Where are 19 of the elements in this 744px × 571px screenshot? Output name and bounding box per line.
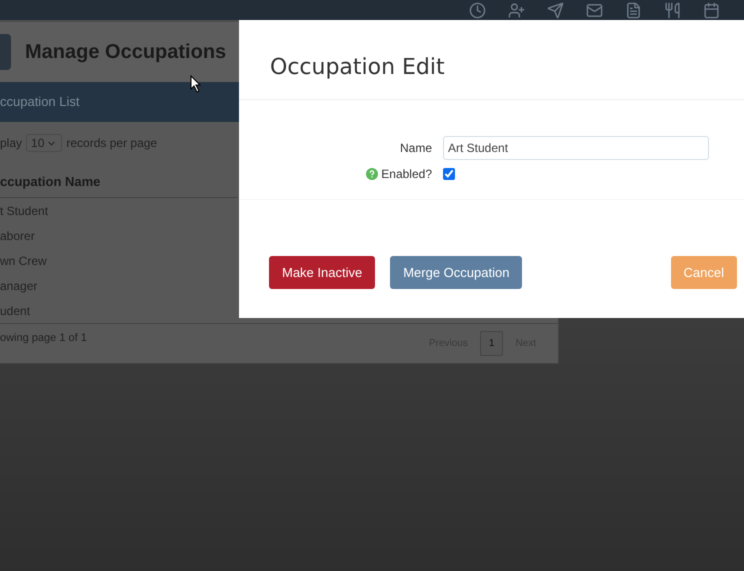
help-icon[interactable] — [366, 168, 378, 180]
enabled-checkbox[interactable] — [443, 168, 455, 180]
utensils-icon[interactable] — [664, 2, 681, 18]
mouse-pointer-icon — [190, 75, 202, 93]
modal-title: Occupation Edit — [270, 54, 445, 82]
envelope-icon[interactable] — [586, 2, 603, 18]
name-input[interactable]: Art Student — [443, 136, 709, 160]
pagination-button[interactable]: 1 — [480, 331, 504, 356]
cancel-button[interactable]: Cancel — [670, 256, 737, 289]
merge-button[interactable]: Merge Occupation — [390, 256, 522, 289]
clock-icon[interactable] — [469, 2, 486, 18]
column-header[interactable]: ccupation Name — [0, 172, 238, 198]
add-user-icon[interactable] — [508, 2, 525, 18]
document-icon[interactable] — [625, 2, 642, 18]
name-label: Name — [398, 140, 433, 157]
enabled-label: Enabled? — [381, 166, 432, 183]
paper-plane-icon[interactable] — [547, 2, 564, 18]
calendar-icon[interactable] — [703, 2, 720, 18]
page-title: Manage Occupations — [25, 40, 226, 65]
